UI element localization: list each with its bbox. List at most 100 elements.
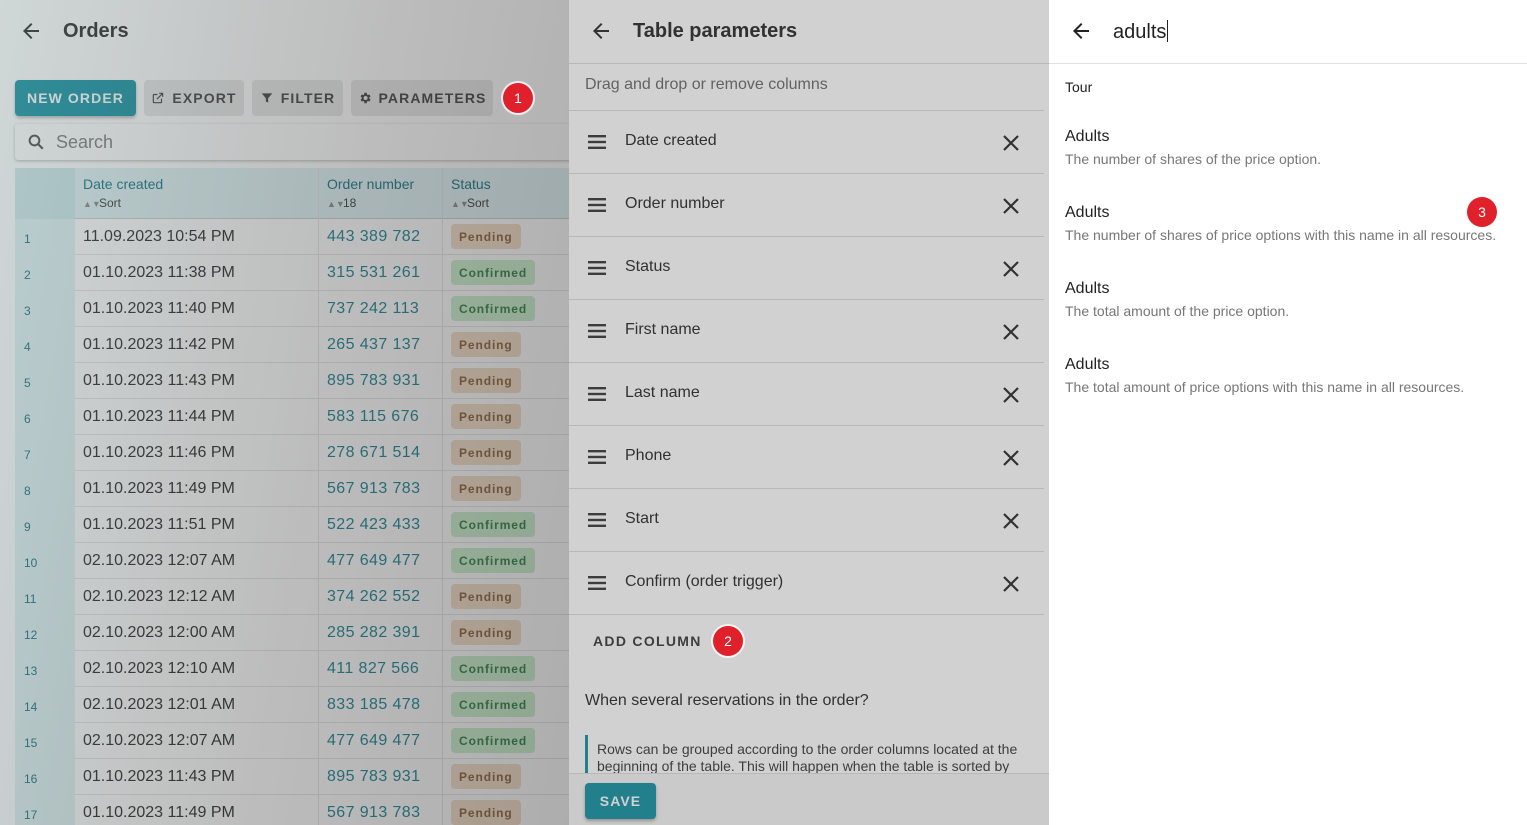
grouping-question: When several reservations in the order? — [585, 692, 869, 709]
column-item[interactable]: Last name — [569, 363, 1044, 426]
page-title: Orders — [63, 20, 129, 42]
order-number-link[interactable]: 737 242 113 — [327, 300, 419, 318]
drag-handle-icon[interactable] — [588, 574, 606, 592]
column-header-status[interactable]: Status ▲▼Sort — [451, 176, 491, 210]
table-row[interactable]: 9 01.10.2023 11:51 PM 522 423 433 Confirmed — [15, 507, 569, 543]
order-number-link[interactable]: 265 437 137 — [327, 336, 420, 354]
table-row[interactable]: 2 01.10.2023 11:38 PM 315 531 261 Confirmed — [15, 255, 569, 291]
back-arrow-icon[interactable] — [19, 19, 43, 43]
table-row[interactable]: 3 01.10.2023 11:40 PM 737 242 113 Confirmed — [15, 291, 569, 327]
add-column-button[interactable]: ADD COLUMN — [593, 633, 702, 649]
date-created-cell: 01.10.2023 11:44 PM — [83, 408, 235, 425]
search-placeholder: Search — [56, 132, 114, 152]
order-number-link[interactable]: 833 185 478 — [327, 696, 420, 714]
search-result-item[interactable]: Adults The total amount of the price opti… — [1065, 280, 1515, 319]
column-divider — [318, 168, 319, 825]
order-number-link[interactable]: 443 389 782 — [327, 228, 420, 246]
table-row[interactable]: 14 02.10.2023 12:01 AM 833 185 478 Confirme… — [15, 687, 569, 723]
table-row[interactable]: 1 11.09.2023 10:54 PM 443 389 782 Pending — [15, 219, 569, 255]
drag-handle-icon[interactable] — [588, 448, 606, 466]
status-badge: Pending — [451, 476, 521, 501]
table-row[interactable]: 5 01.10.2023 11:43 PM 895 783 931 Pending — [15, 363, 569, 399]
row-number: 14 — [15, 687, 75, 723]
table-row[interactable]: 16 01.10.2023 11:43 PM 895 783 931 Pending — [15, 759, 569, 795]
search-result-item[interactable]: Adults The total amount of price options … — [1065, 356, 1515, 395]
save-button[interactable]: SAVE — [585, 783, 656, 819]
back-arrow-icon[interactable] — [1069, 19, 1093, 43]
close-icon[interactable] — [1001, 448, 1021, 468]
order-number-link[interactable]: 278 671 514 — [327, 444, 420, 462]
column-divider — [442, 168, 443, 825]
sort-control[interactable]: ▲▼Sort — [451, 196, 491, 210]
column-item[interactable]: Start — [569, 489, 1044, 552]
drag-handle-icon[interactable] — [588, 385, 606, 403]
table-row[interactable]: 10 02.10.2023 12:07 AM 477 649 477 Confirme… — [15, 543, 569, 579]
table-row[interactable]: 12 02.10.2023 12:00 AM 285 282 391 Pending — [15, 615, 569, 651]
order-number-link[interactable]: 895 783 931 — [327, 372, 420, 390]
order-number-link[interactable]: 374 262 552 — [327, 588, 420, 606]
close-icon[interactable] — [1001, 133, 1021, 153]
drag-handle-icon[interactable] — [588, 133, 606, 151]
order-number-link[interactable]: 315 531 261 — [327, 264, 420, 282]
row-number: 1 — [15, 219, 75, 255]
order-number-link[interactable]: 567 913 783 — [327, 480, 420, 498]
sort-control[interactable]: ▲▼Sort — [83, 196, 163, 210]
parameters-label: PARAMETERS — [378, 90, 487, 106]
column-item[interactable]: Order number — [569, 174, 1044, 237]
column-item[interactable]: Confirm (order trigger) — [569, 552, 1044, 615]
export-button[interactable]: EXPORT — [144, 80, 244, 116]
order-number-link[interactable]: 583 115 676 — [327, 408, 419, 426]
search-result-item[interactable]: Adults The number of shares of the price … — [1065, 128, 1515, 167]
result-name: Adults — [1065, 204, 1110, 221]
table-row[interactable]: 7 01.10.2023 11:46 PM 278 671 514 Pending — [15, 435, 569, 471]
table-row[interactable]: 4 01.10.2023 11:42 PM 265 437 137 Pending — [15, 327, 569, 363]
date-created-cell: 01.10.2023 11:43 PM — [83, 768, 235, 785]
filter-button[interactable]: FILTER — [252, 80, 343, 116]
order-number-link[interactable]: 477 649 477 — [327, 552, 420, 570]
status-badge: Confirmed — [451, 728, 536, 753]
column-item[interactable]: Date created — [569, 111, 1044, 174]
close-icon[interactable] — [1001, 196, 1021, 216]
column-item[interactable]: First name — [569, 300, 1044, 363]
date-created-cell: 01.10.2023 11:46 PM — [83, 444, 235, 461]
drag-handle-icon[interactable] — [588, 322, 606, 340]
close-icon[interactable] — [1001, 511, 1021, 531]
close-icon[interactable] — [1001, 322, 1021, 342]
order-number-link[interactable]: 477 649 477 — [327, 732, 420, 750]
new-order-label: NEW ORDER — [26, 90, 124, 106]
order-number-link[interactable]: 895 783 931 — [327, 768, 420, 786]
order-number-link[interactable]: 567 913 783 — [327, 804, 420, 822]
drag-handle-icon[interactable] — [588, 511, 606, 529]
close-icon[interactable] — [1001, 574, 1021, 594]
status-badge: Confirmed — [451, 692, 536, 717]
row-number: 4 — [15, 327, 75, 363]
close-icon[interactable] — [1001, 385, 1021, 405]
table-row[interactable]: 8 01.10.2023 11:49 PM 567 913 783 Pending — [15, 471, 569, 507]
table-row[interactable]: 6 01.10.2023 11:44 PM 583 115 676 Pending — [15, 399, 569, 435]
new-order-button[interactable]: NEW ORDER — [15, 80, 136, 116]
column-item[interactable]: Phone — [569, 426, 1044, 489]
column-item[interactable]: Status — [569, 237, 1044, 300]
column-name: Order number — [327, 176, 415, 192]
order-number-link[interactable]: 285 282 391 — [327, 624, 420, 642]
back-arrow-icon[interactable] — [589, 19, 613, 43]
close-icon[interactable] — [1001, 259, 1021, 279]
sort-label: Sort — [467, 196, 490, 210]
drag-handle-icon[interactable] — [588, 196, 606, 214]
search-result-item[interactable]: Adults The number of shares of price opti… — [1065, 204, 1515, 243]
table-row[interactable]: 13 02.10.2023 12:10 AM 411 827 566 Confirme… — [15, 651, 569, 687]
search-query-input[interactable]: adults — [1113, 20, 1169, 44]
table-row[interactable]: 15 02.10.2023 12:07 AM 477 649 477 Confirme… — [15, 723, 569, 759]
column-header-order[interactable]: Order number ▲▼18 — [327, 176, 414, 210]
table-row[interactable]: 11 02.10.2023 12:12 AM 374 262 552 Pending — [15, 579, 569, 615]
status-badge: Pending — [451, 404, 521, 429]
column-header-date[interactable]: Date created ▲▼Sort — [83, 176, 163, 210]
order-number-link[interactable]: 411 827 566 — [327, 660, 419, 678]
grouping-note: Rows can be grouped according to the ord… — [585, 735, 1025, 773]
drag-handle-icon[interactable] — [588, 259, 606, 277]
parameters-button[interactable]: PARAMETERS — [351, 80, 493, 116]
search-input[interactable]: Search — [15, 124, 569, 160]
table-row[interactable]: 17 01.10.2023 11:49 PM 567 913 783 Pending — [15, 795, 569, 825]
order-number-link[interactable]: 522 423 433 — [327, 516, 420, 534]
sort-control[interactable]: ▲▼18 — [327, 196, 414, 210]
